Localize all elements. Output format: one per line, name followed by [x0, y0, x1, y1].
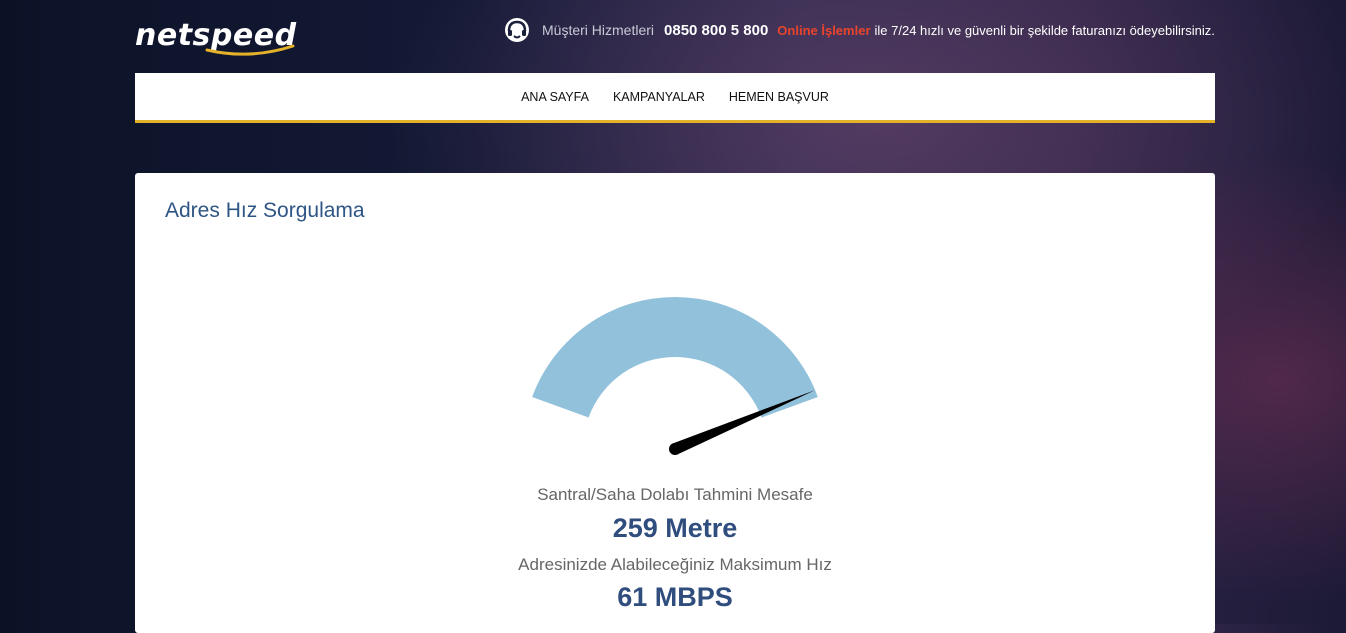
logo-swoosh-icon — [205, 44, 295, 56]
speed-query-card: Adres Hız Sorgulama Santral/Saha Dolabı … — [135, 173, 1215, 633]
distance-value: 259 Metre — [612, 513, 738, 543]
gauge-needle-hub — [669, 443, 681, 455]
speed-label: Adresinizde Alabileceğiniz Maksimum Hız — [518, 555, 832, 574]
netspeed-logo[interactable]: netspeed — [135, 14, 300, 64]
customer-service-bar: Müşteri Hizmetleri 0850 800 5 800 Online… — [504, 15, 1215, 45]
gauge-needle — [672, 390, 816, 455]
phone-number[interactable]: 0850 800 5 800 — [664, 22, 768, 39]
nav-item-kampanyalar[interactable]: KAMPANYALAR — [613, 90, 705, 104]
main-nav: ANA SAYFA KAMPANYALAR HEMEN BAŞVUR — [135, 73, 1215, 123]
online-islemler-link[interactable]: Online İşlemler — [777, 23, 870, 38]
nav-item-ana-sayfa[interactable]: ANA SAYFA — [521, 90, 589, 104]
page-title: Adres Hız Sorgulama — [165, 199, 365, 222]
distance-label: Santral/Saha Dolabı Tahmini Mesafe — [537, 485, 813, 504]
headset-icon — [505, 18, 529, 42]
gauge-arc — [532, 297, 818, 418]
service-message: ile 7/24 hızlı ve güvenli bir şekilde fa… — [874, 22, 1215, 38]
speed-value: 61 MBPS — [617, 582, 733, 612]
speed-gauge — [532, 297, 818, 455]
nav-item-hemen-basvur[interactable]: HEMEN BAŞVUR — [729, 90, 829, 104]
top-bar: netspeed Müşteri Hizmetleri 0850 800 5 8… — [0, 0, 1346, 73]
service-label: Müşteri Hizmetleri — [542, 22, 655, 38]
